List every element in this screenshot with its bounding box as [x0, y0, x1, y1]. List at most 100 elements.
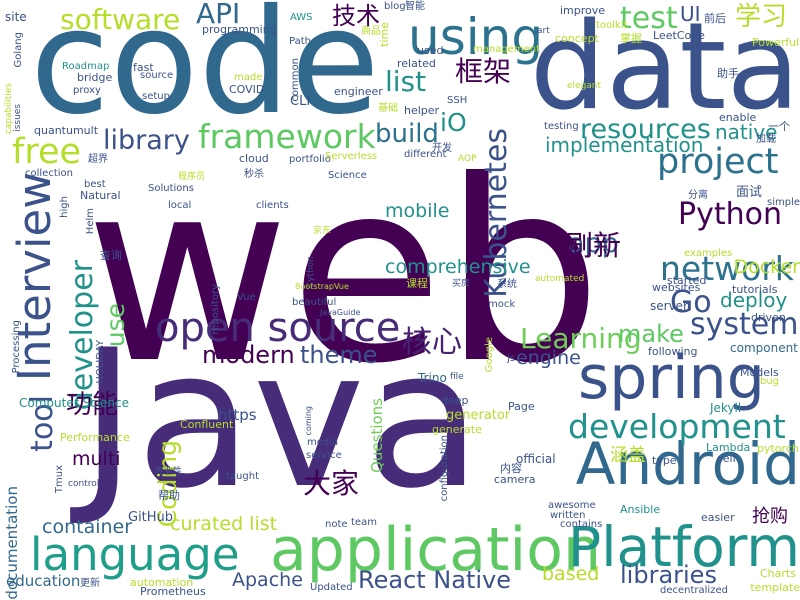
word-cjk-102: 前后	[704, 12, 726, 25]
word-helper: helper	[404, 104, 440, 117]
word-free: free	[12, 132, 82, 172]
word-trino: Trino	[418, 371, 447, 385]
word-cjk-164: 查询	[100, 249, 122, 262]
word-bridge: bridge	[77, 71, 113, 84]
word-docker: Docker	[733, 256, 800, 278]
word-cjk-33: 框架	[455, 55, 512, 88]
word-generator: generator	[446, 408, 511, 423]
word-made: made	[234, 72, 263, 83]
word-education: education	[6, 572, 81, 590]
word-react-native: React Native	[358, 566, 512, 594]
word-list: list	[385, 65, 427, 98]
word-cjk-97: 一个	[768, 120, 790, 133]
word-software: software	[60, 3, 181, 36]
word-developer: developer	[65, 260, 100, 411]
word-computer-science: Computer Science	[19, 396, 129, 410]
word-cjk-103: 掌握	[620, 32, 642, 45]
word-cjk-35: 学习	[735, 2, 788, 32]
word-holiday: HOLIDAY	[95, 340, 106, 384]
word-cloud: web Java code data Android application spring P…	[0, 0, 800, 600]
word-cloud: cloud	[239, 152, 269, 165]
word-automated: automated	[535, 274, 585, 284]
word-cjk-32: 核心	[402, 325, 462, 360]
word-related: related	[397, 57, 436, 70]
word-management: management	[473, 44, 540, 55]
word-enable: enable	[719, 111, 757, 124]
word-ssh: SSH	[447, 95, 468, 106]
word-proxy: proxy	[73, 85, 101, 96]
word-service: service	[306, 450, 342, 461]
word-used: used	[417, 44, 444, 57]
word-cjk-61: 涵盖	[610, 445, 646, 466]
word-curated-list: curated list	[170, 513, 278, 535]
word-cli: CLI	[290, 94, 311, 109]
word-configuration: configuration	[439, 435, 450, 502]
word-cjk-34: 刷新	[565, 229, 622, 262]
word-aws: AWS	[290, 12, 313, 23]
word-coming: coming	[304, 406, 313, 436]
word-control: control	[68, 479, 100, 489]
word-path: Path	[289, 36, 311, 47]
word-toolkit: toolkit	[596, 20, 628, 31]
word-beautiful: beautiful	[292, 297, 337, 308]
word-based: based	[542, 563, 600, 585]
word-libraries: libraries	[620, 561, 717, 589]
word-taught: taught	[226, 471, 259, 482]
word-art: art	[537, 26, 550, 36]
word-cjk-96: 加载	[756, 134, 776, 145]
word-solutions: Solutions	[148, 183, 194, 194]
word-server: server	[650, 299, 688, 313]
word-site: site	[5, 10, 27, 24]
word-use: use	[101, 303, 130, 348]
word-cjk-149: 超界	[88, 154, 108, 165]
word-note: note	[325, 519, 348, 530]
word-modern: modern	[202, 341, 295, 369]
word-container: container	[42, 516, 133, 538]
word-charts: Charts	[760, 567, 796, 580]
word-testing: testing	[544, 121, 579, 132]
word-source: source	[140, 70, 174, 81]
word-camera: camera	[494, 473, 536, 486]
word-issues: issues	[13, 104, 23, 132]
word-build: build	[375, 119, 439, 149]
word-mobile: mobile	[385, 200, 450, 222]
word-type: type	[652, 454, 677, 467]
word-cjk-110: 智能	[405, 1, 425, 12]
word-team: team	[351, 517, 377, 528]
word-javaguide: JavaGuide	[320, 308, 361, 317]
word-cjk-157: 京东	[313, 226, 332, 236]
word-helm: Helm	[85, 208, 96, 235]
word-driven: driven	[751, 311, 786, 324]
word-vue: Vue	[237, 292, 256, 303]
word-programming: programming	[202, 23, 277, 36]
word-tmux: Tmux	[54, 465, 65, 494]
word-serverless: Serverless	[325, 151, 378, 162]
word-powerful: Powerful	[752, 36, 800, 49]
word-generate: generate	[432, 423, 482, 436]
word-bootstrapvue: BootstrapVue	[295, 282, 349, 291]
word-leetcode: LeetCode	[653, 29, 705, 42]
word-template: template	[750, 581, 800, 594]
word-decentralized: decentralized	[660, 585, 728, 596]
word-cjk-178: 专业性	[155, 467, 183, 477]
word-covid: COVID	[229, 83, 265, 96]
word-aop: AOP	[458, 154, 477, 164]
word-cjk-59: 大家	[303, 467, 360, 500]
word-improve: improve	[560, 4, 606, 17]
word-blog: blog	[384, 1, 406, 12]
word-cjk-51: 技术	[332, 2, 380, 30]
word-google: Google	[484, 337, 495, 373]
word-file: file	[450, 372, 464, 382]
word-multi: multi	[72, 448, 121, 470]
word-updated: Updated	[310, 582, 353, 593]
word-cjk-115: 商品	[361, 26, 381, 37]
word-different: different	[404, 149, 447, 160]
word-bug: bug	[760, 376, 780, 387]
word-following: following	[648, 345, 698, 358]
word-clients: clients	[256, 200, 289, 211]
word-cjk-60: 抢购	[752, 506, 788, 527]
word-cjk-143: 秒杀	[244, 169, 264, 180]
word-questions: Questions	[368, 398, 386, 473]
word-collection: collection	[25, 168, 73, 179]
word-development: development	[568, 407, 786, 446]
